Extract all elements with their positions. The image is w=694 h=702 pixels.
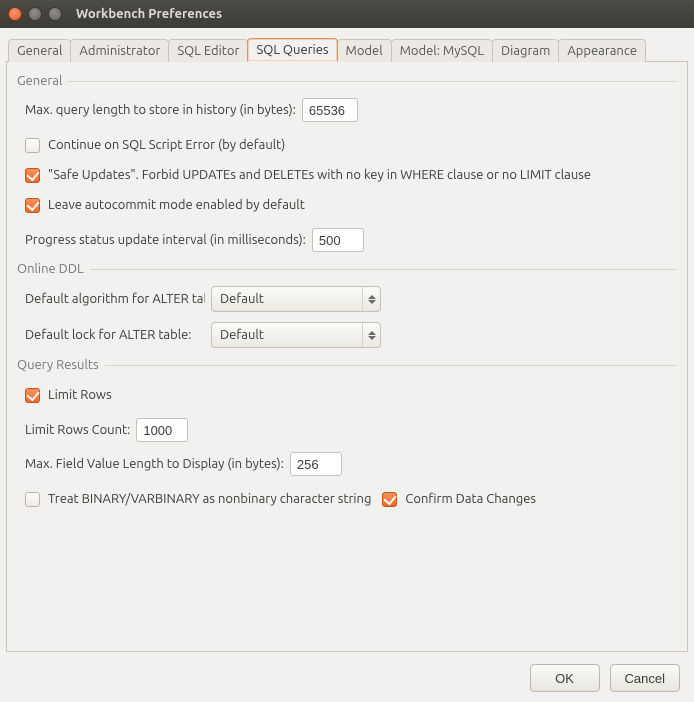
row-default-algorithm: Default algorithm for ALTER table: Defau… [25,286,677,312]
tab-label: Model [346,44,383,58]
tab-label: SQL Editor [177,44,239,58]
checkbox-label: "Safe Updates". Forbid UPDATEs and DELET… [48,166,591,184]
checkbox-label: Treat BINARY/VARBINARY as nonbinary char… [48,490,371,508]
checkbox-limit-rows[interactable]: Limit Rows [25,386,112,404]
checkbox-label: Continue on SQL Script Error (by default… [48,136,285,154]
limit-rows-count-input[interactable] [136,418,188,442]
tab-sql-queries[interactable]: SQL Queries [247,38,337,62]
default-lock-label: Default lock for ALTER table: [25,328,205,342]
checkbox-icon [25,168,40,183]
checkbox-icon [25,198,40,213]
chevron-down-icon [368,300,376,304]
chevron-up-icon [368,331,376,335]
titlebar: Workbench Preferences [0,0,694,28]
tab-label: Appearance [567,44,637,58]
default-algorithm-label: Default algorithm for ALTER table: [25,292,205,306]
group-query-results: Query Results Limit Rows Limit Rows Coun… [17,358,677,516]
checkbox-icon [382,492,397,507]
row-max-field-value: Max. Field Value Length to Display (in b… [25,452,677,476]
window-body: General Administrator SQL Editor SQL Que… [0,28,694,702]
group-general: General Max. query length to store in hi… [17,74,677,252]
row-max-query-length: Max. query length to store in history (i… [25,98,677,122]
group-title: Query Results [17,358,99,372]
minimize-icon[interactable] [28,7,42,21]
window-title: Workbench Preferences [76,7,222,21]
checkbox-icon [25,138,40,153]
checkbox-icon [25,388,40,403]
checkbox-label: Leave autocommit mode enabled by default [48,196,305,214]
max-query-length-label: Max. query length to store in history (i… [25,103,296,117]
checkbox-continue-on-error[interactable]: Continue on SQL Script Error (by default… [25,136,285,154]
progress-interval-input[interactable] [312,228,364,252]
select-value: Default [220,328,356,342]
ok-button[interactable]: OK [530,664,600,692]
tab-label: General [17,44,62,58]
tab-diagram[interactable]: Diagram [492,39,559,62]
tabstrip: General Administrator SQL Editor SQL Que… [6,34,688,62]
tab-model[interactable]: Model [337,39,392,62]
dialog-buttons: OK Cancel [6,652,688,692]
checkbox-label: Limit Rows [48,386,112,404]
group-title: Online DDL [17,262,84,276]
group-header: General [17,74,677,88]
row-default-lock: Default lock for ALTER table: Default [25,322,677,348]
tab-label: SQL Queries [256,43,328,57]
maximize-icon[interactable] [48,7,62,21]
tab-administrator[interactable]: Administrator [70,39,169,62]
group-header: Query Results [17,358,677,372]
checkbox-confirm-data-changes[interactable]: Confirm Data Changes [382,490,536,508]
checkbox-safe-updates[interactable]: "Safe Updates". Forbid UPDATEs and DELET… [25,166,591,184]
default-lock-select[interactable]: Default [211,322,381,348]
tab-label: Diagram [501,44,550,58]
max-field-value-input[interactable] [290,452,342,476]
tab-label: Model: MySQL [400,44,484,58]
row-limit-rows-count: Limit Rows Count: [25,418,677,442]
limit-rows-count-label: Limit Rows Count: [25,423,130,437]
group-header: Online DDL [17,262,677,276]
stepper-icon [362,287,376,311]
group-title: General [17,74,62,88]
max-field-value-label: Max. Field Value Length to Display (in b… [25,457,284,471]
close-icon[interactable] [8,7,22,21]
checkbox-icon [25,492,40,507]
tab-content: General Max. query length to store in hi… [6,62,688,652]
divider [90,269,677,270]
checkbox-treat-binary[interactable]: Treat BINARY/VARBINARY as nonbinary char… [25,490,371,508]
divider [68,81,677,82]
divider [105,365,677,366]
cancel-button[interactable]: Cancel [610,664,680,692]
row-progress-interval: Progress status update interval (in mill… [25,228,677,252]
select-value: Default [220,292,356,306]
checkbox-label: Confirm Data Changes [405,490,536,508]
checkbox-leave-autocommit[interactable]: Leave autocommit mode enabled by default [25,196,305,214]
tab-general[interactable]: General [8,39,71,62]
window-controls [8,7,62,21]
stepper-icon [362,323,376,347]
max-query-length-input[interactable] [302,98,358,122]
chevron-down-icon [368,336,376,340]
default-algorithm-select[interactable]: Default [211,286,381,312]
chevron-up-icon [368,295,376,299]
tab-sql-editor[interactable]: SQL Editor [168,39,248,62]
tab-model-mysql[interactable]: Model: MySQL [391,39,493,62]
tab-label: Administrator [79,44,160,58]
tab-appearance[interactable]: Appearance [558,39,646,62]
group-online-ddl: Online DDL Default algorithm for ALTER t… [17,262,677,348]
progress-interval-label: Progress status update interval (in mill… [25,233,306,247]
